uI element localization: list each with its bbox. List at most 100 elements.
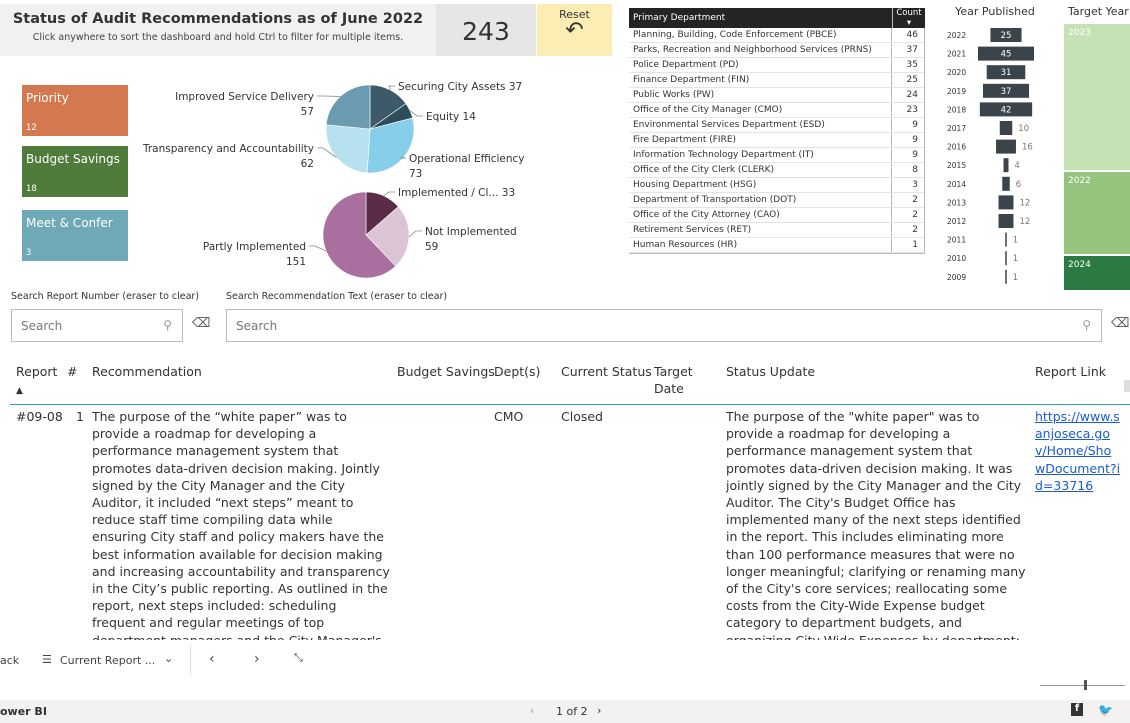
recommendations-table[interactable]: Report ▲ # Recommendation Budget Savings …	[0, 358, 1130, 640]
department-count: 24	[891, 88, 924, 102]
report-link[interactable]: https://www.sanjoseca.gov/Home/ShowDocum…	[1035, 409, 1120, 493]
year-bar[interactable]	[998, 214, 1014, 228]
department-header-label[interactable]: Primary Department	[629, 13, 892, 23]
year-bar[interactable]	[1005, 269, 1007, 284]
zoom-slider[interactable]	[1040, 685, 1125, 686]
year-value-label: 16	[1022, 143, 1033, 153]
chevron-down-icon[interactable]: ⌄	[164, 652, 173, 665]
pie-slice[interactable]	[325, 124, 371, 174]
department-row[interactable]: Finance Department (FIN) 25	[629, 73, 924, 88]
previous-page-icon[interactable]: ‹	[209, 651, 215, 667]
target-year-title: Target Year	[1068, 5, 1129, 18]
eraser-icon[interactable]: ⌫	[192, 316, 210, 331]
pie-charts[interactable]: Securing City Assets 37 Equity 14 Operatio…	[130, 68, 540, 283]
department-row[interactable]: Public Works (PW) 24	[629, 88, 924, 103]
target-year-label: 2024	[1068, 260, 1091, 270]
year-label: 2021	[947, 50, 966, 59]
year-bar[interactable]	[996, 139, 1016, 154]
cell-number: 1	[76, 409, 84, 424]
tile-priority[interactable]: Priority 12	[22, 85, 128, 136]
department-count: 3	[891, 178, 924, 192]
pager-next-icon[interactable]: ›	[597, 704, 601, 717]
target-year-bar[interactable]: 2024	[1064, 256, 1130, 290]
department-row[interactable]: Environmental Services Department (ESD) 9	[629, 118, 924, 133]
department-table[interactable]: Primary Department Count ▾ Planning, Buil…	[629, 8, 925, 254]
year-bar[interactable]	[1005, 232, 1007, 247]
col-header-number[interactable]: #	[67, 363, 77, 380]
department-rows: Planning, Building, Code Enforcement (PB…	[629, 28, 925, 254]
dashboard-subtitle: Click anywhere to sort the dashboard and…	[32, 32, 404, 43]
col-header-status[interactable]: Current Status	[561, 363, 652, 380]
department-count: 37	[891, 43, 924, 57]
department-count: 8	[891, 163, 924, 177]
page-menu-label[interactable]: Current Report ...	[60, 654, 155, 667]
department-name: Office of the City Manager (CMO)	[633, 105, 783, 115]
collapse-icon[interactable]: ⤡	[294, 651, 303, 665]
page-menu-icon[interactable]: ☰	[42, 653, 52, 666]
department-row[interactable]: Parks, Recreation and Neighborhood Servi…	[629, 43, 924, 58]
pie-slice-label: Securing City Assets 37	[398, 81, 522, 93]
col-header-dept[interactable]: Dept(s)	[494, 363, 540, 380]
year-bar[interactable]	[1002, 176, 1010, 191]
reset-button[interactable]: Reset ↶	[537, 4, 612, 56]
year-value-label: 10	[1018, 124, 1029, 134]
report-search-input[interactable]: Search ⚲	[11, 309, 183, 342]
zoom-slider-thumb[interactable]	[1084, 680, 1087, 690]
text-search-input[interactable]: Search ⚲	[226, 309, 1102, 342]
year-published-chart[interactable]: 2022 25 2021 45 2020 31 2019 37 2018 42 2017 10 2016…	[940, 24, 1060, 290]
department-count: 9	[891, 148, 924, 162]
status-bar: ower BI ‹ 1 of 2 › f 🐦	[0, 700, 1130, 723]
target-year-bar[interactable]: 2022	[1064, 172, 1130, 254]
department-row[interactable]: Office of the City Clerk (CLERK) 8	[629, 163, 924, 178]
department-row[interactable]: Housing Department (HSG) 3	[629, 178, 924, 193]
department-row[interactable]: Fire Department (FIRE) 9	[629, 133, 924, 148]
department-row[interactable]: Planning, Building, Code Enforcement (PB…	[629, 28, 924, 43]
department-row[interactable]: Human Resources (HR) 1	[629, 238, 924, 253]
department-row[interactable]: Police Department (PD) 35	[629, 58, 924, 73]
col-header-report-link[interactable]: Report Link	[1035, 363, 1106, 380]
pie-leader-line	[309, 245, 327, 252]
next-page-icon[interactable]: ›	[254, 651, 260, 667]
department-name: Planning, Building, Code Enforcement (PB…	[633, 30, 837, 40]
pie-value-label: 151	[286, 256, 306, 268]
table-scrollbar[interactable]	[1124, 380, 1130, 392]
target-year-bar[interactable]: 2023	[1064, 24, 1130, 170]
year-bar[interactable]	[1003, 158, 1009, 173]
year-published-title: Year Published	[955, 5, 1035, 18]
tile-budget-savings[interactable]: Budget Savings 18	[22, 146, 128, 197]
divider	[190, 645, 191, 675]
pie-slice-label: Implemented / Cl... 33	[398, 187, 515, 199]
year-published-svg[interactable]: 2022 25 2021 45 2020 31 2019 37 2018 42 2017 10 2016…	[940, 24, 1060, 290]
pie-charts-svg[interactable]: Securing City Assets 37 Equity 14 Operatio…	[130, 68, 540, 283]
cell-report: #09-08	[16, 409, 63, 424]
back-button[interactable]: ack	[0, 654, 19, 667]
col-header-report[interactable]: Report ▲	[16, 363, 57, 400]
undo-arrow-icon: ↶	[565, 18, 584, 43]
eraser-icon[interactable]: ⌫	[1111, 316, 1129, 331]
facebook-icon[interactable]: f	[1071, 703, 1083, 716]
col-header-target-date[interactable]: Target Date	[654, 363, 714, 397]
twitter-icon[interactable]: 🐦	[1098, 703, 1113, 717]
pager-prev-icon[interactable]: ‹	[530, 704, 534, 717]
year-bar[interactable]	[999, 121, 1013, 135]
department-header-count[interactable]: Count ▾	[892, 8, 925, 28]
year-label: 2020	[947, 68, 966, 77]
department-row[interactable]: Department of Transportation (DOT) 2	[629, 193, 924, 208]
department-row[interactable]: Retirement Services (RET) 2	[629, 223, 924, 238]
col-header-status-update[interactable]: Status Update	[726, 363, 815, 380]
year-label: 2012	[947, 217, 966, 226]
department-table-header[interactable]: Primary Department Count ▾	[629, 8, 925, 28]
department-row[interactable]: Office of the City Manager (CMO) 23	[629, 103, 924, 118]
year-bar[interactable]	[998, 195, 1014, 210]
department-row[interactable]: Office of the City Attorney (CAO) 2	[629, 208, 924, 223]
year-bar[interactable]	[1005, 251, 1007, 266]
pie-slice[interactable]	[325, 84, 371, 130]
text-search-placeholder: Search	[236, 319, 278, 333]
cell-recommendation: The purpose of the “white paper” was to …	[92, 409, 390, 640]
col-header-recommendation[interactable]: Recommendation	[92, 363, 202, 380]
tile-meet-confer[interactable]: Meet & Confer 3	[22, 210, 128, 261]
year-label: 2013	[947, 198, 966, 207]
col-header-budget-savings[interactable]: Budget Savings	[397, 363, 495, 380]
text-search-label: Search Recommendation Text (eraser to cl…	[226, 291, 448, 302]
department-row[interactable]: Information Technology Department (IT) 9	[629, 148, 924, 163]
